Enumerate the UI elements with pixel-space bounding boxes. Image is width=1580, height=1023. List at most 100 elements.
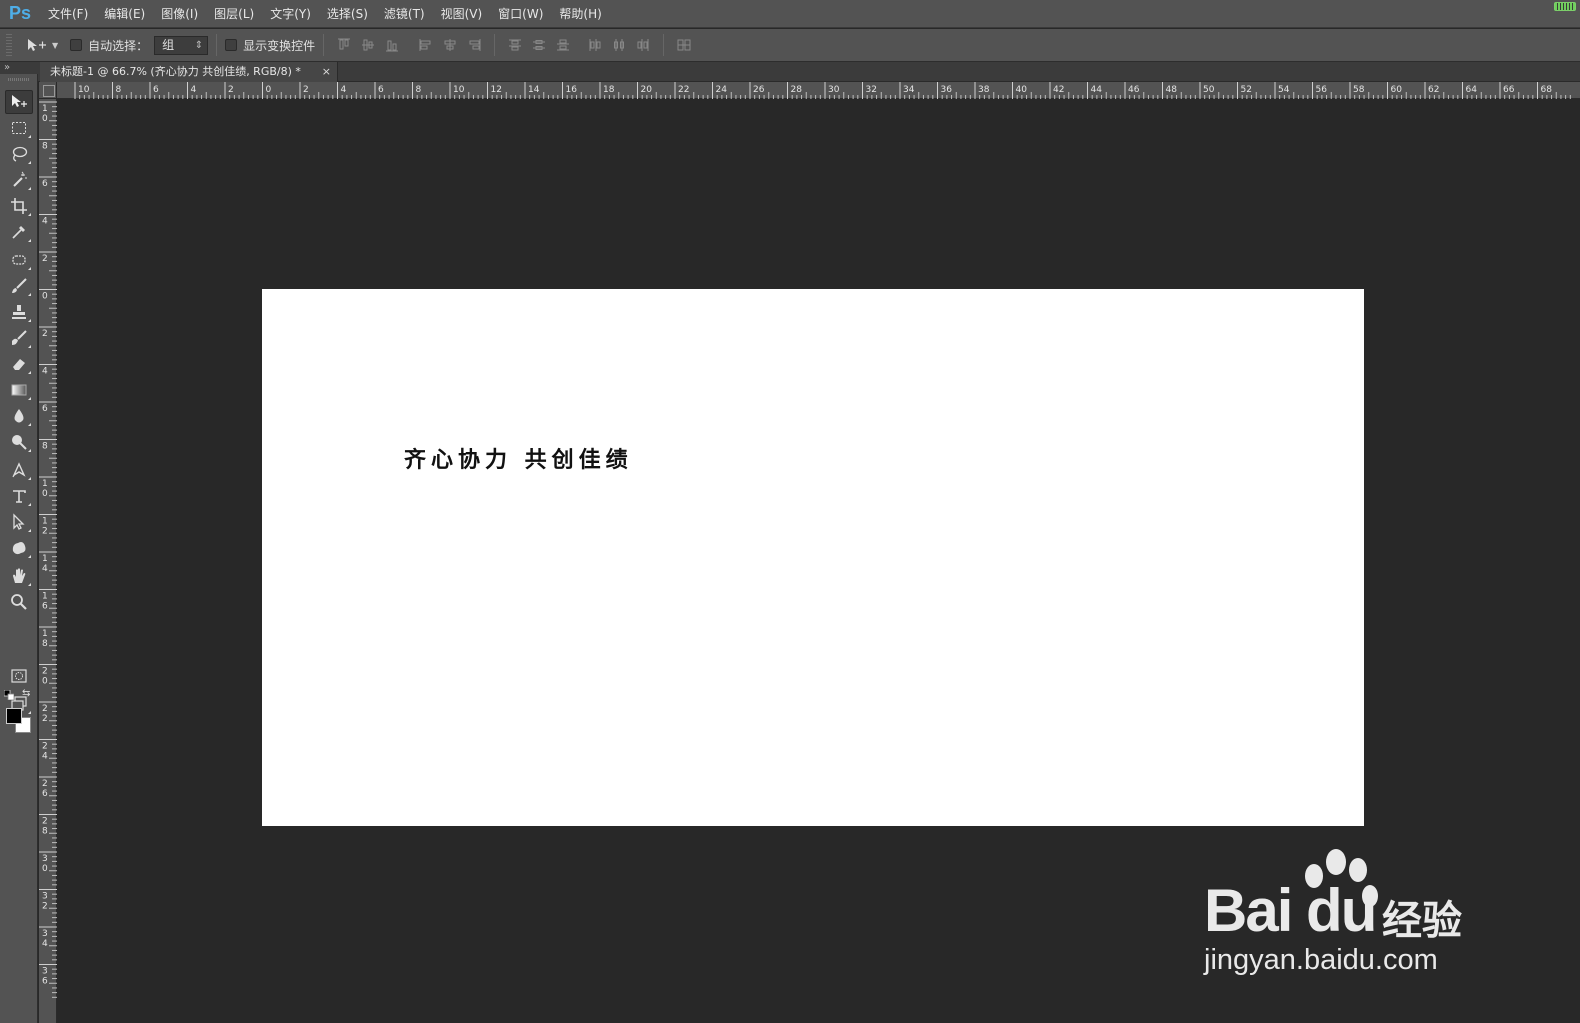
ruler-label: 58 [1353,85,1365,95]
ruler-label: 32 [866,85,877,95]
canvas-text-layer[interactable]: 齐心协力 共创佳绩 [404,442,633,474]
menu-filter[interactable]: 滤镜(T) [376,0,433,28]
distribute-bottom-icon[interactable] [551,33,575,57]
chevron-down-icon: ▼ [52,40,59,50]
ruler-label: 68 [1541,85,1553,95]
document-tab[interactable]: 未标题-1 @ 66.7% (齐心协力 共创佳绩, RGB/8) * × [40,62,338,82]
distribute-vcenter-icon[interactable] [527,33,551,57]
type-tool-icon[interactable] [5,484,33,508]
ruler-label: 36 [941,85,953,95]
ruler-label: 60 [1391,85,1403,95]
eyedropper-tool-icon[interactable] [5,220,33,244]
auto-select-label: 自动选择： [88,38,149,53]
separator [494,34,496,56]
align-right-icon[interactable] [462,33,486,57]
ruler-label: 3 [42,967,48,977]
ruler-label: 1 [42,104,48,114]
watermark-brand: Bai du [1204,877,1377,944]
ruler-label: 2 [42,779,48,789]
align-vcenter-icon[interactable] [356,33,380,57]
document-canvas[interactable]: 齐心协力 共创佳绩 [262,289,1364,826]
path-selection-tool-icon[interactable] [5,510,33,534]
ruler-label: 1 [42,629,48,639]
tools-panel: ⇆ [0,74,38,1023]
clone-stamp-tool-icon[interactable] [5,300,33,324]
distribute-top-icon[interactable] [503,33,527,57]
ruler-label: 2 [42,254,48,264]
toolbar-grip[interactable] [8,78,30,81]
menu-edit[interactable]: 编辑(E) [96,0,153,28]
gradient-tool-icon[interactable] [5,378,33,402]
ruler-label: 2 [42,742,48,752]
ruler-label: 4 [42,752,48,762]
dodge-tool-icon[interactable] [5,430,33,454]
hand-tool-icon[interactable] [5,564,33,588]
marquee-tool-icon[interactable] [5,116,33,140]
ruler-label: 28 [791,85,803,95]
lasso-tool-icon[interactable] [5,142,33,166]
auto-select-checkbox[interactable] [70,39,83,51]
distribute-left-icon[interactable] [583,33,607,57]
ruler-label: 54 [1278,85,1290,95]
ruler-label: 6 [42,789,48,799]
photoshop-window: Ps 文件(F) 编辑(E) 图像(I) 图层(L) 文字(Y) 选择(S) 滤… [0,0,1580,1023]
ruler-label: 64 [1466,85,1478,95]
menu-select[interactable]: 选择(S) [319,0,376,28]
menu-window[interactable]: 窗口(W) [490,0,551,28]
ruler-label: 62 [1428,85,1439,95]
menu-help[interactable]: 帮助(H) [551,0,609,28]
magic-wand-tool-icon[interactable] [5,168,33,192]
close-tab-icon[interactable]: × [322,62,331,82]
ruler-label: 8 [42,142,48,152]
tool-preset-picker[interactable]: ▼ [26,37,58,53]
align-top-icon[interactable] [332,33,356,57]
custom-shape-tool-icon[interactable] [5,536,33,560]
ruler-label: 6 [42,602,48,612]
menu-view[interactable]: 视图(V) [433,0,491,28]
ruler-label: 2 [42,667,48,677]
crop-tool-icon[interactable] [5,194,33,218]
distribute-right-icon[interactable] [631,33,655,57]
align-hcenter-icon[interactable] [438,33,462,57]
ruler-label: 48 [1166,85,1178,95]
ruler-label: 4 [42,367,48,377]
align-left-icon[interactable] [414,33,438,57]
ruler-label: 0 [42,114,48,124]
ruler-label: 8 [416,85,422,95]
ruler-origin[interactable] [39,82,57,99]
move-tool-icon[interactable] [5,90,33,114]
ruler-label: 40 [1016,85,1028,95]
horizontal-ruler[interactable]: 10 8 6 4 2 0 2 4 6 8 10 12 14 16 18 20 22 24 26 28 30 32 34 36 3… [57,82,1580,99]
ruler-label: 8 [42,442,48,452]
menu-image[interactable]: 图像(I) [153,0,206,28]
pen-tool-icon[interactable] [5,458,33,482]
quick-mask-icon[interactable] [5,664,33,688]
menu-file[interactable]: 文件(F) [40,0,96,28]
ruler-label: 6 [42,179,48,189]
show-transform-checkbox[interactable] [225,39,238,51]
brush-tool-icon[interactable] [5,274,33,298]
healing-brush-tool-icon[interactable] [5,248,33,272]
menu-type[interactable]: 文字(Y) [262,0,319,28]
blur-tool-icon[interactable] [5,404,33,428]
auto-align-layers-icon[interactable] [672,33,696,57]
options-grip[interactable] [6,34,12,56]
ruler-label: 46 [1128,85,1140,95]
zoom-tool-icon[interactable] [5,590,33,614]
collapse-panels-icon[interactable]: » [4,62,10,74]
ruler-label: 2 [42,902,48,912]
distribute-hcenter-icon[interactable] [607,33,631,57]
vertical-ruler[interactable]: 108642024681012141618202224262830323436 [39,99,57,1023]
auto-select-dropdown[interactable]: 组 [154,35,209,55]
menu-layer[interactable]: 图层(L) [206,0,262,28]
history-brush-tool-icon[interactable] [5,326,33,350]
horizontal-ruler-ticks: 10 8 6 4 2 0 2 4 6 8 10 12 14 16 18 20 22 24 26 28 30 32 34 36 3… [74,82,1571,99]
ruler-label: 6 [378,85,384,95]
baidu-jingyan-watermark: Bai du 经验 jingyan.baidu.com [1200,848,1490,983]
ps-logo: Ps [8,3,32,23]
eraser-tool-icon[interactable] [5,352,33,376]
foreground-color-swatch[interactable] [6,708,22,724]
ruler-label: 22 [678,85,689,95]
ruler-label: 44 [1091,85,1103,95]
align-bottom-icon[interactable] [380,33,404,57]
